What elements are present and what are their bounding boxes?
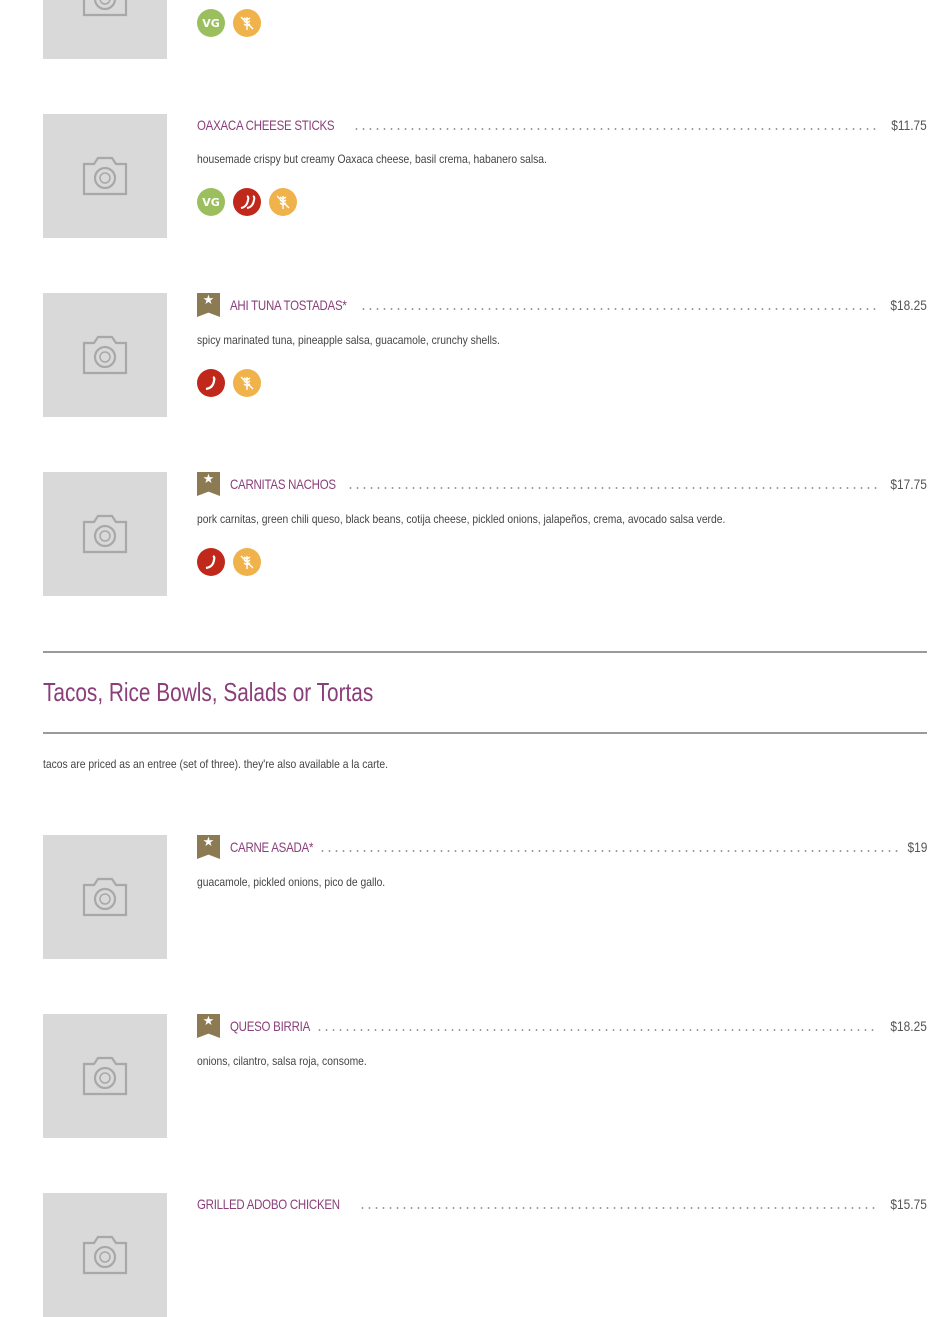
item-name[interactable]: QUESO BIRRIA xyxy=(230,1018,310,1034)
dot-leader xyxy=(315,1029,879,1031)
item-header: ★ CARNITAS NACHOS $17.75 xyxy=(197,472,927,496)
camera-icon xyxy=(82,877,128,917)
dietary-icons: VG xyxy=(197,188,297,216)
item-price: $18.25 xyxy=(890,1018,927,1034)
star-icon: ★ xyxy=(197,835,220,859)
star-icon: ★ xyxy=(197,472,220,496)
vegetarian-icon: VG xyxy=(197,9,225,37)
gluten-free-icon xyxy=(233,369,261,397)
camera-icon xyxy=(82,0,128,17)
section-divider xyxy=(43,732,927,734)
item-description: guacamole, pickled onions, pico de gallo… xyxy=(197,875,386,889)
item-description: onions, cilantro, salsa roja, consome. xyxy=(197,1054,367,1068)
camera-icon xyxy=(82,1235,128,1275)
item-description: pork carnitas, green chili queso, black … xyxy=(197,512,726,526)
double-chili-icon xyxy=(233,188,261,216)
item-price: $15.75 xyxy=(890,1196,927,1212)
item-price: $19 xyxy=(907,839,927,855)
dot-leader xyxy=(359,1207,879,1209)
item-header: ★ AHI TUNA TOSTADAS* $18.25 xyxy=(197,293,927,317)
dot-leader xyxy=(347,487,879,489)
item-price: $17.75 xyxy=(890,476,927,492)
section-note: tacos are priced as an entree (set of th… xyxy=(43,757,389,771)
item-name[interactable]: CARNITAS NACHOS xyxy=(230,476,336,492)
section-title: Tacos, Rice Bowls, Salads or Tortas xyxy=(43,677,374,707)
camera-icon xyxy=(82,156,128,196)
star-icon: ★ xyxy=(197,293,220,317)
item-photo-placeholder xyxy=(43,835,167,959)
item-name[interactable]: AHI TUNA TOSTADAS* xyxy=(230,297,347,313)
dietary-icons xyxy=(197,369,261,397)
gluten-free-icon xyxy=(233,9,261,37)
camera-icon xyxy=(82,514,128,554)
item-description: housemade crispy but creamy Oaxaca chees… xyxy=(197,152,547,166)
dot-leader xyxy=(352,128,880,130)
item-photo-placeholder xyxy=(43,472,167,596)
item-photo-placeholder xyxy=(43,1193,167,1317)
item-price: $11.75 xyxy=(891,117,927,133)
item-header: GRILLED ADOBO CHICKEN $15.75 xyxy=(197,1194,927,1214)
dietary-icons: VG xyxy=(197,9,261,37)
item-header: ★ QUESO BIRRIA $18.25 xyxy=(197,1014,927,1038)
item-photo-placeholder xyxy=(43,1014,167,1138)
item-name[interactable]: GRILLED ADOBO CHICKEN xyxy=(197,1196,340,1212)
star-icon: ★ xyxy=(197,1014,220,1038)
camera-icon xyxy=(82,1056,128,1096)
item-photo-placeholder xyxy=(43,114,167,238)
section-divider xyxy=(43,651,927,653)
item-header: ★ CARNE ASADA* $19 xyxy=(197,835,927,859)
item-header: OAXACA CHEESE STICKS $11.75 xyxy=(197,115,927,135)
gluten-free-icon xyxy=(233,548,261,576)
chili-icon xyxy=(197,548,225,576)
vegetarian-icon: VG xyxy=(197,188,225,216)
dot-leader xyxy=(360,308,879,310)
dot-leader xyxy=(319,850,898,852)
item-photo-placeholder xyxy=(43,0,167,59)
camera-icon xyxy=(82,335,128,375)
item-photo-placeholder xyxy=(43,293,167,417)
item-description: spicy marinated tuna, pineapple salsa, g… xyxy=(197,333,500,347)
gluten-free-icon xyxy=(269,188,297,216)
item-price: $18.25 xyxy=(890,297,927,313)
dietary-icons xyxy=(197,548,261,576)
chili-icon xyxy=(197,369,225,397)
item-name[interactable]: OAXACA CHEESE STICKS xyxy=(197,117,335,133)
item-name[interactable]: CARNE ASADA* xyxy=(230,839,313,855)
